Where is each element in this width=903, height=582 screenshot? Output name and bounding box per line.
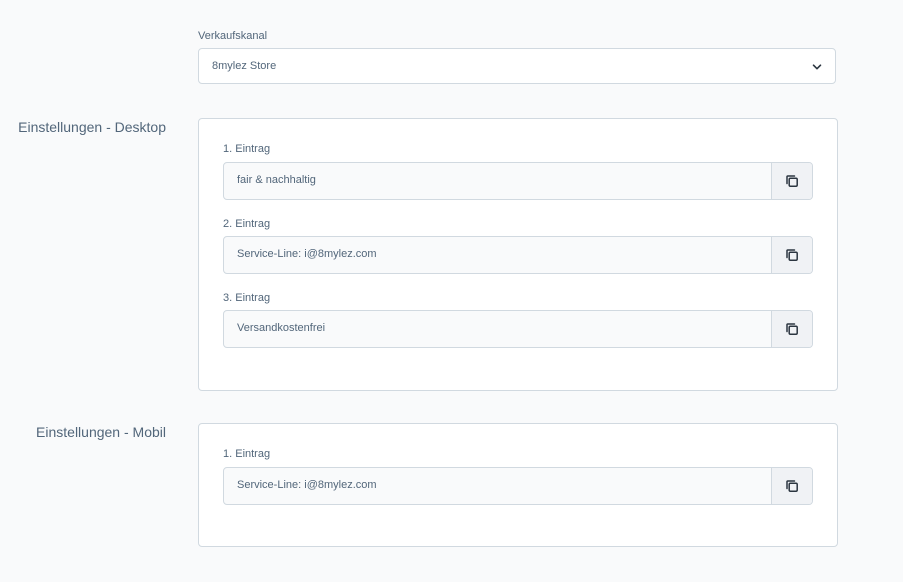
desktop-entry-1-label: 1. Eintrag	[223, 143, 271, 155]
sales-channel-value: 8mylez Store	[212, 60, 277, 72]
mobile-entry-1-field[interactable]: Service-Line: i@8mylez.com	[223, 467, 813, 505]
sales-channel-select[interactable]: 8mylez Store	[198, 48, 836, 84]
desktop-entry-3-field[interactable]: Versandkostenfrei	[223, 310, 813, 348]
desktop-entry-1-value: fair & nachhaltig	[237, 174, 316, 186]
copy-icon	[786, 175, 798, 187]
mobile-settings-card: 1. Eintrag Service-Line: i@8mylez.com	[198, 423, 838, 547]
desktop-entry-1-field[interactable]: fair & nachhaltig	[223, 162, 813, 200]
copy-button[interactable]	[771, 237, 812, 273]
copy-button[interactable]	[771, 163, 812, 199]
chevron-down-icon	[812, 64, 822, 70]
mobile-section-title: Einstellungen - Mobil	[36, 424, 166, 440]
desktop-entry-3-label: 3. Eintrag	[223, 292, 271, 304]
desktop-entry-2-field[interactable]: Service-Line: i@8mylez.com	[223, 236, 813, 274]
desktop-settings-card: 1. Eintrag fair & nachhaltig 2. Eintrag …	[198, 118, 838, 391]
mobile-entry-1-label: 1. Eintrag	[223, 448, 271, 460]
copy-icon	[786, 323, 798, 335]
copy-button[interactable]	[771, 468, 812, 504]
desktop-entry-3-value: Versandkostenfrei	[237, 322, 326, 334]
copy-icon	[786, 480, 798, 492]
settings-page: Verkaufskanal 8mylez Store Einstellungen…	[0, 0, 903, 582]
sales-channel-label: Verkaufskanal	[198, 30, 268, 42]
desktop-entry-2-value: Service-Line: i@8mylez.com	[237, 248, 377, 260]
desktop-section-title: Einstellungen - Desktop	[18, 119, 166, 135]
copy-icon	[786, 249, 798, 261]
mobile-entry-1-value: Service-Line: i@8mylez.com	[237, 479, 377, 491]
desktop-entry-2-label: 2. Eintrag	[223, 218, 271, 230]
copy-button[interactable]	[771, 311, 812, 347]
